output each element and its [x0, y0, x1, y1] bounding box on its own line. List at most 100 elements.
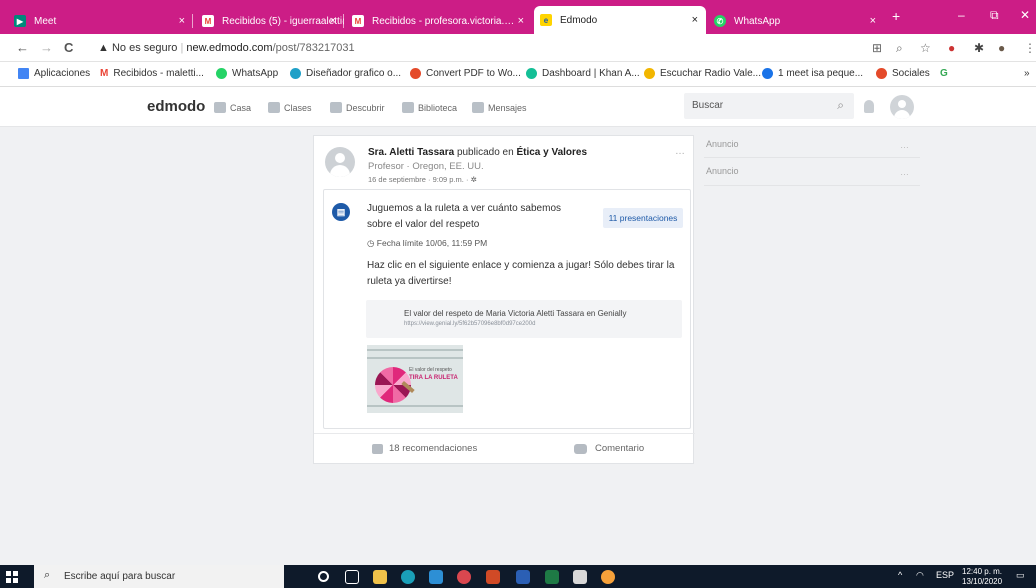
- tab-label: WhatsApp: [734, 15, 781, 27]
- store-icon[interactable]: [573, 570, 587, 584]
- forward-button[interactable]: →: [40, 40, 53, 55]
- file-explorer-icon[interactable]: [373, 570, 387, 584]
- bookmark-radio[interactable]: Escuchar Radio Vale...: [644, 68, 761, 79]
- assignment-text: Haz clic en el siguiente enlace y comien…: [367, 260, 675, 287]
- star-icon[interactable]: ☆: [920, 41, 931, 55]
- notification-center-icon[interactable]: ▭: [1016, 570, 1025, 581]
- thumb-caption: El valor del respeto: [409, 367, 452, 373]
- tab-edmodo[interactable]: e Edmodo ×: [534, 6, 706, 34]
- edmodo-logo[interactable]: edmodo: [147, 98, 205, 115]
- bookmark-label: 1 meet isa peque...: [778, 68, 864, 79]
- minimize-button[interactable]: –: [958, 8, 965, 22]
- profile-avatar-icon[interactable]: ●: [998, 41, 1005, 55]
- nav-label: Descubrir: [346, 102, 385, 113]
- post-more-button[interactable]: …: [675, 146, 685, 157]
- nav-biblioteca[interactable]: Biblioteca: [402, 102, 457, 113]
- window-close-button[interactable]: ✕: [1020, 8, 1030, 22]
- author-avatar[interactable]: [325, 147, 355, 177]
- reload-button[interactable]: C: [64, 40, 73, 55]
- user-avatar[interactable]: [890, 95, 914, 119]
- close-icon[interactable]: ×: [330, 15, 336, 27]
- bookmark-khan[interactable]: Dashboard | Khan A...: [526, 68, 640, 79]
- task-view-icon[interactable]: [345, 570, 359, 584]
- meet-icon: ▶: [14, 15, 26, 27]
- url-field[interactable]: ▲ No es seguro | new.edmodo.com/post/783…: [98, 42, 355, 54]
- assignment-box: ▤ Juguemos a la ruleta a ver cuánto sabe…: [323, 189, 691, 429]
- bookmark-google[interactable]: G: [940, 68, 948, 79]
- ad-more-button[interactable]: …: [900, 167, 909, 177]
- tab-whatsapp[interactable]: ✆ WhatsApp ×: [708, 8, 884, 34]
- nav-casa[interactable]: Casa: [214, 102, 251, 113]
- url-domain: new.edmodo.com: [186, 42, 273, 54]
- cortana-icon[interactable]: [318, 571, 329, 582]
- puzzle-icon[interactable]: ✱: [974, 41, 984, 55]
- tab-gmail-1[interactable]: M Recibidos (5) - iguerraaletti@… ×: [196, 8, 344, 34]
- assignment-title[interactable]: Juguemos a la ruleta a ver cuánto sabemo…: [367, 201, 587, 233]
- link-thumbnail[interactable]: El valor del respeto TIRA LA RULETA: [367, 345, 463, 413]
- submissions-button[interactable]: 11 presentaciones: [603, 208, 683, 228]
- translate-icon[interactable]: ⊞: [872, 41, 882, 55]
- ad-label: Anuncio: [706, 166, 739, 176]
- bookmark-whatsapp[interactable]: WhatsApp: [216, 68, 278, 79]
- ad-label: Anuncio: [706, 139, 739, 149]
- link-url[interactable]: https://view.genial.ly/5f62b57096e8bf0d9…: [404, 321, 535, 327]
- chevron-right-icon: »: [1024, 68, 1030, 79]
- notification-bell-icon[interactable]: [864, 100, 874, 113]
- gmail-icon: M: [202, 15, 214, 27]
- nav-clases[interactable]: Clases: [268, 102, 312, 113]
- tab-meet[interactable]: ▶ Meet ×: [8, 8, 193, 34]
- app-icon[interactable]: [601, 570, 615, 584]
- ad-more-button[interactable]: …: [900, 140, 909, 150]
- tab-gmail-2[interactable]: M Recibidos - profesora.victoria.… ×: [346, 8, 532, 34]
- edge-icon[interactable]: [401, 570, 415, 584]
- close-icon[interactable]: ×: [179, 15, 185, 27]
- powerpoint-icon[interactable]: [486, 570, 500, 584]
- bookmark-sociales[interactable]: Sociales: [876, 68, 930, 79]
- thumb-title: TIRA LA RULETA: [409, 375, 458, 381]
- taskbar-search-input[interactable]: ⌕ Escribe aquí para buscar: [34, 565, 284, 588]
- extension-icon[interactable]: ●: [948, 41, 955, 55]
- author-name[interactable]: Sra. Aletti Tassara: [368, 147, 454, 158]
- bookmark-convert-pdf[interactable]: Convert PDF to Wo...: [410, 68, 521, 79]
- maximize-button[interactable]: ⧉: [990, 8, 999, 23]
- close-icon[interactable]: ×: [870, 15, 876, 27]
- system-clock[interactable]: 12:40 p. m. 13/10/2020: [962, 567, 1002, 587]
- network-icon[interactable]: ◠: [916, 570, 924, 581]
- search-icon[interactable]: ⌕: [837, 98, 844, 113]
- bookmarks-more[interactable]: »: [1024, 68, 1030, 79]
- language-indicator[interactable]: ESP: [936, 570, 954, 580]
- thumb-stripe: [367, 357, 463, 359]
- nav-label: Clases: [284, 102, 312, 113]
- chrome-icon[interactable]: [457, 570, 471, 584]
- chevron-up-icon[interactable]: ^: [898, 570, 902, 580]
- link-title[interactable]: El valor del respeto de Maria Victoria A…: [404, 309, 626, 318]
- menu-icon[interactable]: ⋮: [1024, 41, 1036, 55]
- bookmark-apps[interactable]: Aplicaciones: [18, 68, 90, 79]
- ad-divider: [704, 157, 920, 158]
- nav-descubrir[interactable]: Descubrir: [330, 102, 385, 113]
- bookmark-disenador[interactable]: Diseñador grafico o...: [290, 68, 401, 79]
- whatsapp-icon: [216, 68, 227, 79]
- tab-label: Edmodo: [560, 14, 598, 26]
- zoom-icon[interactable]: ⌕: [896, 41, 903, 56]
- back-button[interactable]: ←: [16, 40, 29, 55]
- pdf-icon: [410, 68, 421, 79]
- group-name[interactable]: Ética y Valores: [516, 147, 587, 158]
- bookmark-gmail[interactable]: M Recibidos - maletti...: [100, 68, 204, 79]
- windows-start-button[interactable]: [6, 571, 18, 583]
- comment-button[interactable]: Comentario: [574, 443, 644, 454]
- nav-mensajes[interactable]: Mensajes: [472, 102, 527, 113]
- word-icon[interactable]: [516, 570, 530, 584]
- like-button[interactable]: 18 recomendaciones: [372, 443, 477, 454]
- bookmark-meet[interactable]: 1 meet isa peque...: [762, 68, 863, 79]
- mail-icon[interactable]: [429, 570, 443, 584]
- link-preview[interactable]: El valor del respeto de Maria Victoria A…: [366, 300, 682, 338]
- likes-count: 18 recomendaciones: [389, 443, 478, 454]
- excel-icon[interactable]: [545, 570, 559, 584]
- close-icon[interactable]: ×: [692, 14, 698, 26]
- close-icon[interactable]: ×: [518, 15, 524, 27]
- new-tab-button[interactable]: +: [892, 8, 900, 24]
- tab-separator: [192, 14, 193, 28]
- edmodo-icon: e: [540, 14, 552, 26]
- search-input[interactable]: Buscar ⌕: [684, 93, 854, 119]
